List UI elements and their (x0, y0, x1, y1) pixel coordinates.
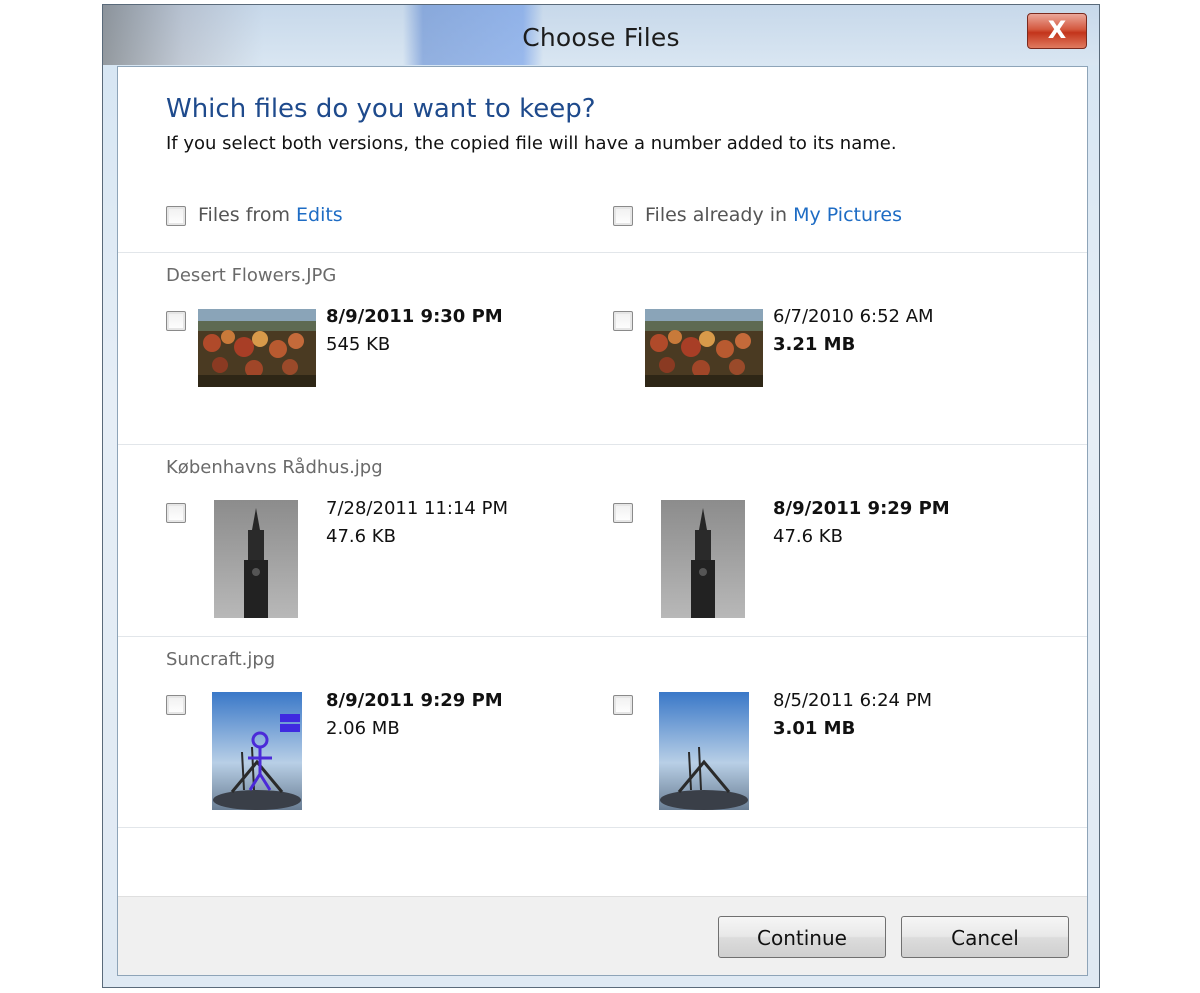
source-file-checkbox[interactable] (166, 503, 186, 523)
file-size: 47.6 KB (773, 526, 843, 547)
dest-file-checkbox[interactable] (613, 311, 633, 331)
divider (118, 827, 1087, 828)
select-all-source-label[interactable]: Files from Edits (198, 204, 343, 226)
file-size: 3.01 MB (773, 718, 856, 739)
suncraft-source-thumbnail[interactable] (212, 692, 302, 810)
choose-files-dialog: Choose Files X Which files do you want t… (102, 4, 1100, 988)
dialog-footer: Continue Cancel (118, 896, 1087, 975)
divider (118, 252, 1087, 253)
dest-file-details: 8/5/2011 6:24 PM 3.01 MB (773, 687, 932, 743)
dest-file-details: 8/9/2011 9:29 PM 47.6 KB (773, 495, 950, 551)
cancel-button[interactable]: Cancel (901, 916, 1069, 958)
file-size: 2.06 MB (326, 718, 400, 739)
file-date: 8/9/2011 9:30 PM (326, 306, 503, 327)
source-file-details: 8/9/2011 9:30 PM 545 KB (326, 303, 503, 359)
divider (118, 444, 1087, 445)
select-all-dest-checkbox[interactable] (613, 206, 633, 226)
window-title: Choose Files (522, 23, 680, 52)
desert-flowers-dest-thumbnail[interactable] (645, 309, 763, 387)
city-hall-source-thumbnail[interactable] (214, 500, 298, 618)
city-hall-dest-thumbnail[interactable] (661, 500, 745, 618)
select-all-dest-label[interactable]: Files already in My Pictures (645, 204, 902, 226)
select-all-dest-prefix: Files already in (645, 204, 794, 226)
divider (118, 636, 1087, 637)
file-date: 6/7/2010 6:52 AM (773, 306, 934, 327)
file-date: 8/9/2011 9:29 PM (326, 690, 503, 711)
file-group-name: Suncraft.jpg (166, 649, 276, 670)
select-all-source-checkbox[interactable] (166, 206, 186, 226)
file-size: 47.6 KB (326, 526, 396, 547)
file-group-name: Desert Flowers.JPG (166, 265, 337, 286)
desert-flowers-source-thumbnail[interactable] (198, 309, 316, 387)
file-date: 7/28/2011 11:14 PM (326, 498, 508, 519)
source-file-details: 8/9/2011 9:29 PM 2.06 MB (326, 687, 503, 743)
dest-file-checkbox[interactable] (613, 503, 633, 523)
suncraft-dest-thumbnail[interactable] (659, 692, 749, 810)
dest-file-checkbox[interactable] (613, 695, 633, 715)
dest-file-details: 6/7/2010 6:52 AM 3.21 MB (773, 303, 934, 359)
source-file-checkbox[interactable] (166, 311, 186, 331)
dialog-content: Which files do you want to keep? If you … (117, 66, 1088, 976)
file-size: 545 KB (326, 334, 391, 355)
source-file-details: 7/28/2011 11:14 PM 47.6 KB (326, 495, 508, 551)
select-all-source-prefix: Files from (198, 204, 296, 226)
source-folder-link[interactable]: Edits (296, 204, 343, 226)
dialog-instructions: If you select both versions, the copied … (166, 133, 897, 154)
source-file-checkbox[interactable] (166, 695, 186, 715)
dialog-heading: Which files do you want to keep? (166, 94, 596, 124)
continue-button[interactable]: Continue (718, 916, 886, 958)
dest-folder-link[interactable]: My Pictures (793, 204, 902, 226)
file-date: 8/5/2011 6:24 PM (773, 690, 933, 711)
file-date: 8/9/2011 9:29 PM (773, 498, 950, 519)
file-size: 3.21 MB (773, 334, 856, 355)
file-group-name: Københavns Rådhus.jpg (166, 457, 383, 478)
close-button[interactable]: X (1027, 13, 1087, 49)
